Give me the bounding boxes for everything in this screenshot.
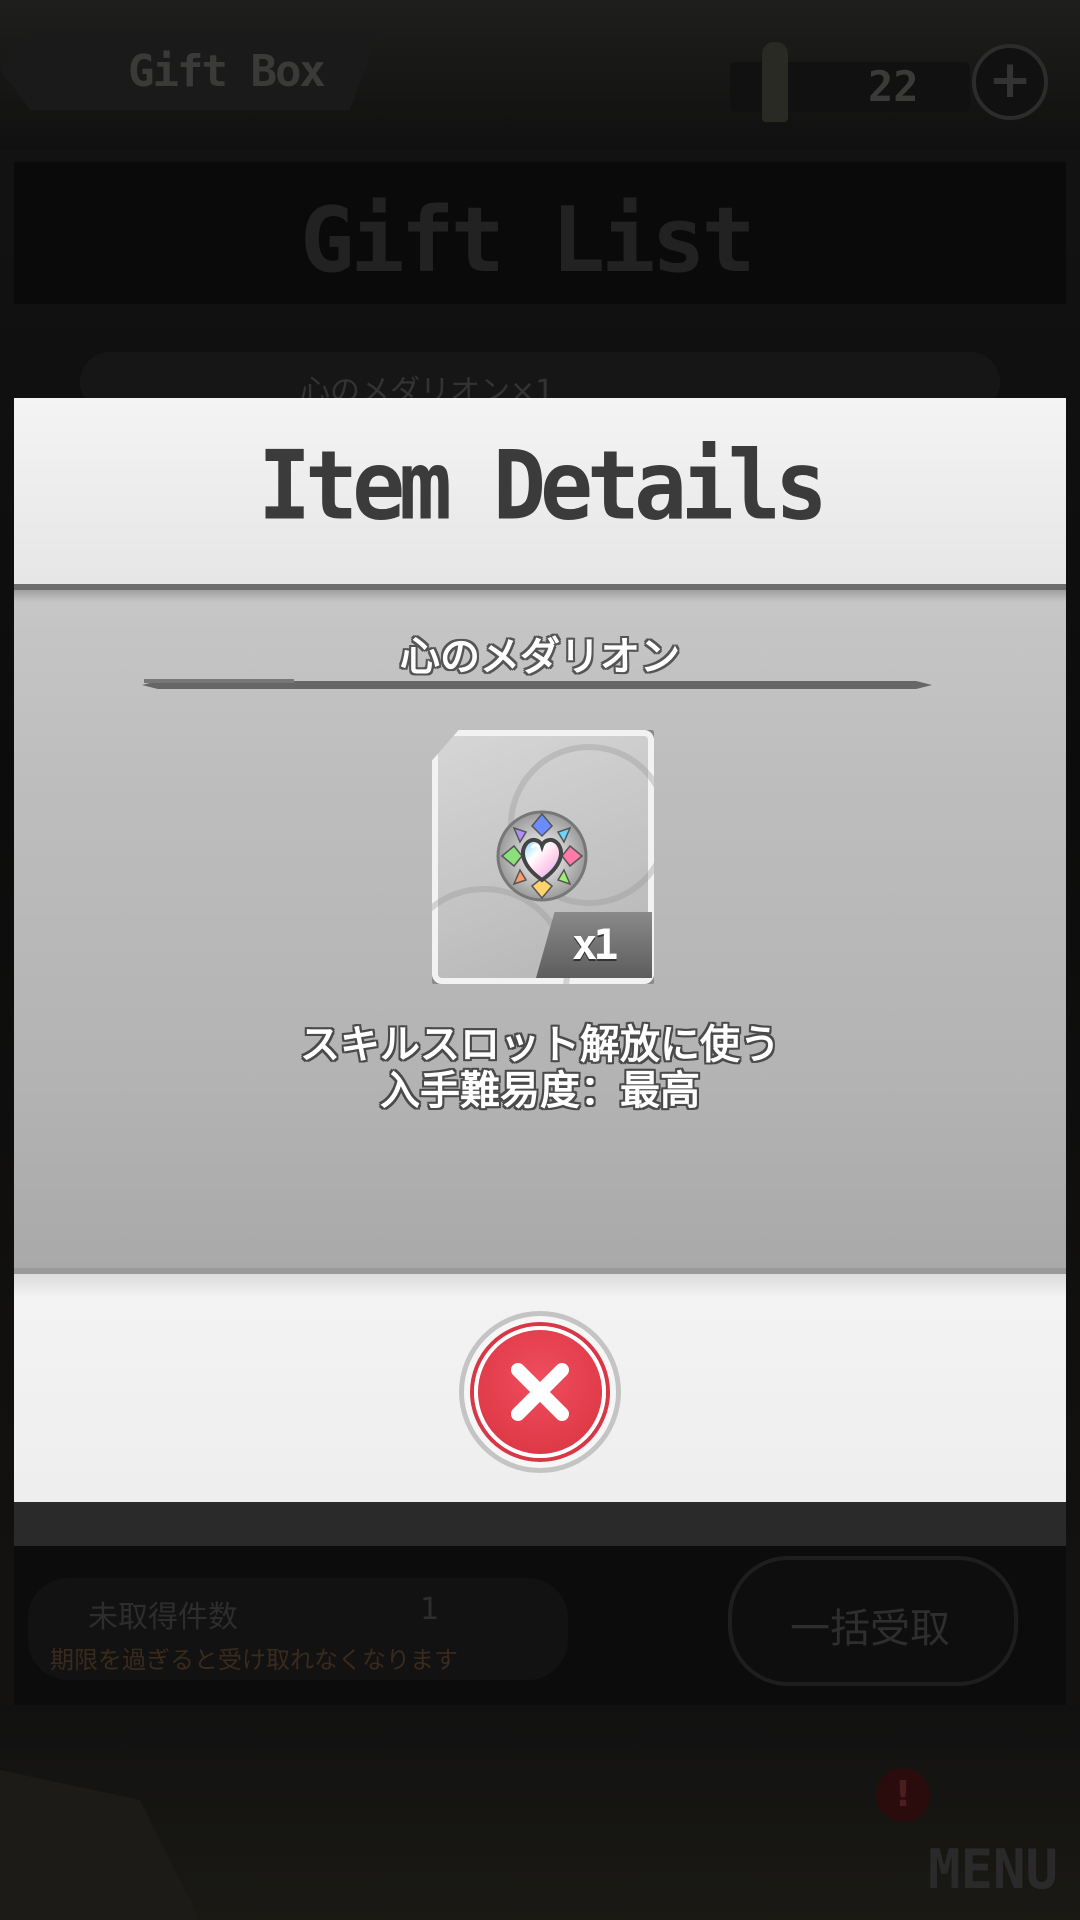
alert-badge: ! <box>876 1768 930 1822</box>
quantity-label: x1 <box>572 920 619 969</box>
item-details-modal: Item Details 心のメダリオン x1 スキルスロット解放に使う 入手難… <box>14 398 1066 1546</box>
unclaimed-count: 1 <box>420 1592 440 1627</box>
modal-footer <box>14 1268 1066 1502</box>
gift-list-title: Gift List <box>300 188 756 293</box>
menu-button[interactable]: MENU <box>928 1838 1058 1901</box>
currency-icon <box>762 42 788 122</box>
modal-bottom-strip <box>14 1502 1066 1546</box>
currency-count: 22 <box>868 62 919 111</box>
modal-header: Item Details <box>14 398 1066 584</box>
header-title: Gift Box <box>128 46 326 97</box>
close-button-face[interactable] <box>474 1326 606 1458</box>
close-button[interactable] <box>464 1316 616 1468</box>
divider-accent <box>144 679 294 683</box>
divider <box>14 584 1066 590</box>
expire-note: 期限を過ぎると受け取れなくなります <box>50 1646 458 1674</box>
modal-body: 心のメダリオン x1 スキルスロット解放に使う 入手難易度：最高 <box>14 584 1066 1268</box>
claim-all-label: 一括受取 <box>790 1606 950 1652</box>
modal-title: Item Details <box>258 429 828 542</box>
unclaimed-label: 未取得件数 <box>88 1600 238 1635</box>
item-name: 心のメダリオン <box>400 634 680 680</box>
divider <box>14 1268 1066 1274</box>
close-x-icon <box>511 1363 569 1421</box>
add-currency-button[interactable]: + <box>972 44 1048 120</box>
heart-medallion-icon <box>496 810 588 902</box>
item-difficulty: 入手難易度：最高 <box>380 1068 700 1114</box>
